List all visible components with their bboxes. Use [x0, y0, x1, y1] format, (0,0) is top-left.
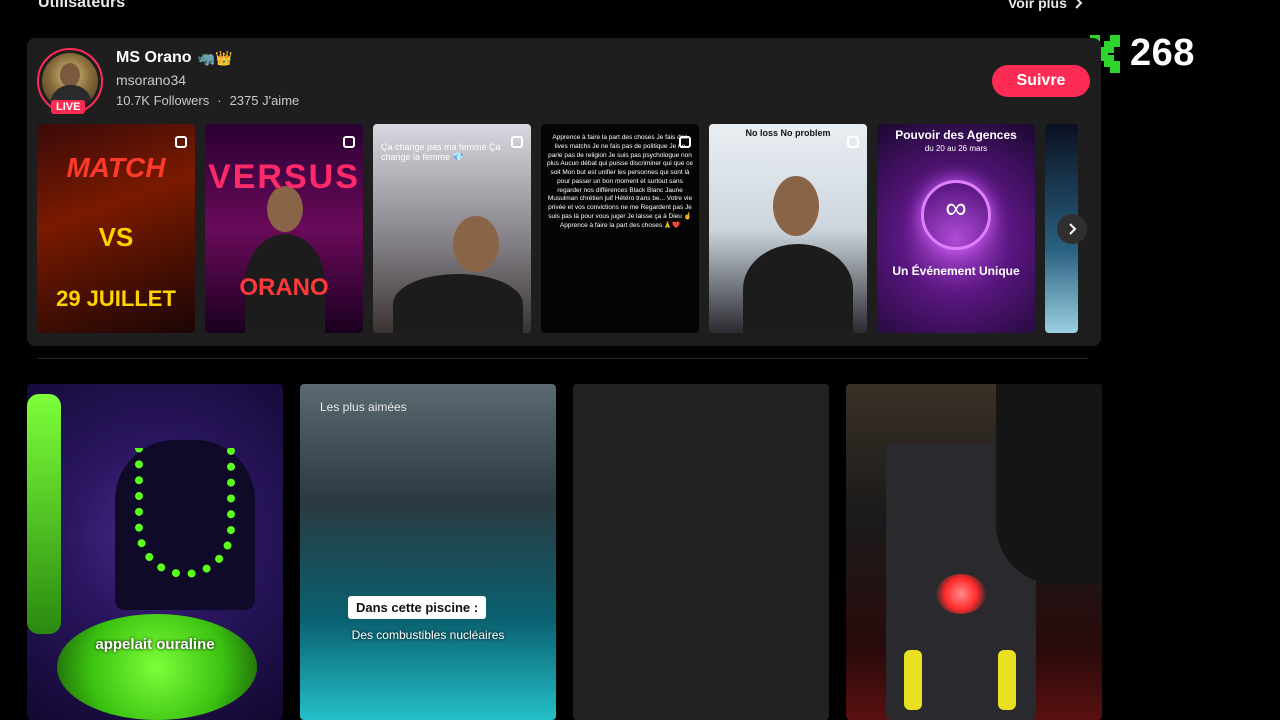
see-all-link[interactable]: Voir plus: [1008, 0, 1083, 11]
divider: [38, 358, 1088, 359]
watermark: 268: [1090, 32, 1195, 75]
carousel-next-button[interactable]: [1057, 214, 1087, 244]
thumbnail-caption: VS: [98, 222, 134, 252]
multi-photo-icon: [343, 136, 355, 148]
user-stats: 10.7K Followers · 2375 J'aime: [116, 93, 299, 108]
thumbnail-caption: MATCH: [66, 152, 166, 183]
thumbnail-caption: No loss No problem: [745, 128, 831, 138]
thumbnail[interactable]: No loss No problem: [709, 124, 867, 333]
thumbnail-caption: Apprence à faire la part des choses Je f…: [547, 134, 693, 229]
video-card[interactable]: [846, 384, 1102, 720]
followers-count: 10.7K Followers: [116, 93, 210, 108]
multi-photo-icon: [175, 136, 187, 148]
user-name[interactable]: MS Orano 🦏👑: [116, 49, 232, 67]
live-badge: LIVE: [51, 100, 86, 114]
video-caption: Dans cette piscine :: [348, 596, 487, 619]
video-card[interactable]: Les plus aimées Dans cette piscine : Des…: [300, 384, 556, 720]
video-card[interactable]: appelait ouraline: [27, 384, 283, 720]
likes-count: 2375 J'aime: [229, 93, 300, 108]
stats-separator: ·: [217, 93, 222, 108]
multi-photo-icon: [511, 136, 523, 148]
chevron-right-icon: [1075, 0, 1083, 9]
video-label: Les plus aimées: [320, 400, 407, 414]
thumbnail-caption: du 20 au 26 mars: [924, 144, 988, 153]
thumbnail-caption: 29 JUILLET: [56, 286, 176, 311]
thumbnail[interactable]: Apprence à faire la part des choses Je f…: [541, 124, 699, 333]
viewer-count: 268: [1130, 32, 1195, 74]
thumbnail[interactable]: Pouvoir des Agences du 20 au 26 mars ∞ U…: [877, 124, 1035, 333]
thumbnail-caption: Pouvoir des Agences: [895, 128, 1017, 142]
thumbnail[interactable]: VERSUS ORANO: [205, 124, 363, 333]
video-subcaption: Des combustibles nucléaires: [351, 628, 505, 642]
video-card[interactable]: [573, 384, 829, 720]
thumbnail-caption: ORANO: [239, 274, 329, 301]
user-name-text: MS Orano: [116, 49, 192, 66]
follow-button[interactable]: Suivre: [992, 65, 1090, 97]
chevron-right-icon: [1069, 223, 1077, 235]
thumbnail-caption: Ça change pas ma femme Ça change la femm…: [381, 142, 501, 162]
user-card[interactable]: LIVE MS Orano 🦏👑 msorano34 10.7K Followe…: [27, 38, 1101, 346]
thumbnail-caption: Un Événement Unique: [892, 264, 1020, 278]
multi-photo-icon: [679, 136, 691, 148]
thumbnail-caption: VERSUS: [208, 158, 360, 196]
video-caption: appelait ouraline: [95, 636, 215, 653]
infinity-icon: ∞: [945, 192, 967, 225]
thumbnail[interactable]: Ça change pas ma femme Ça change la femm…: [373, 124, 531, 333]
see-all-label: Voir plus: [1008, 0, 1067, 11]
user-name-emojis: 🦏👑: [197, 49, 233, 66]
thumbnail-strip: MATCH VS 29 JUILLET VERSUS ORANO Ça chan…: [37, 124, 1078, 333]
video-grid: appelait ouraline Les plus aimées Dans c…: [27, 384, 1102, 720]
user-handle: msorano34: [116, 72, 187, 88]
section-title: Utilisateurs: [38, 0, 126, 11]
multi-photo-icon: [847, 136, 859, 148]
thumbnail[interactable]: MATCH VS 29 JUILLET: [37, 124, 195, 333]
